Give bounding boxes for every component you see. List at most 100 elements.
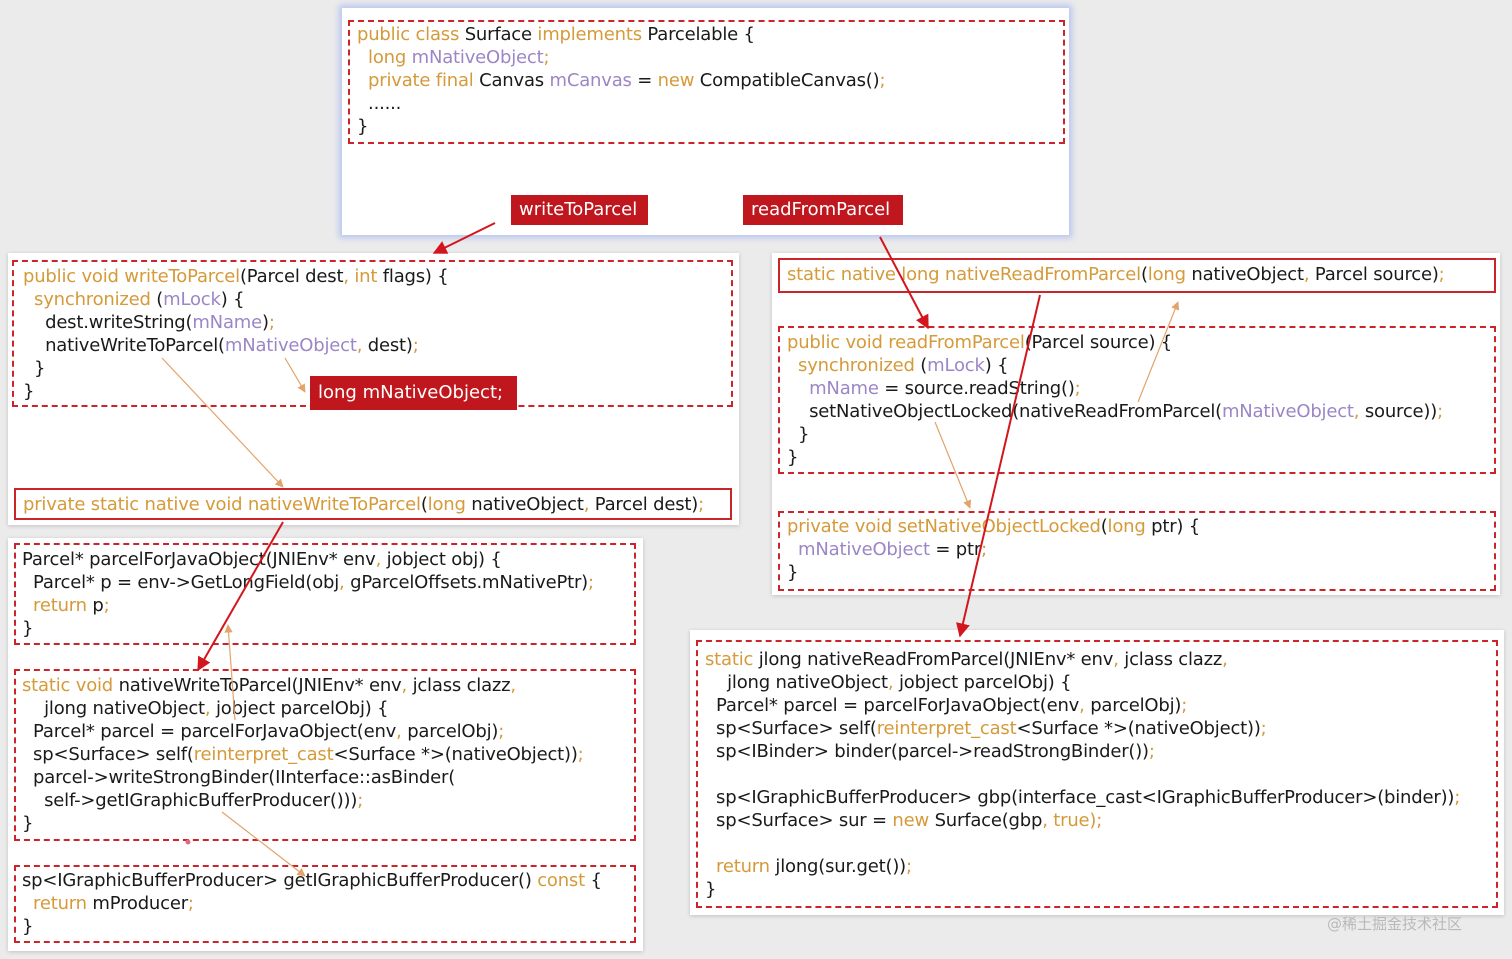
code-token: reinterpret_cast — [193, 744, 334, 765]
code-token: ; — [1454, 787, 1461, 808]
code-token: implements — [537, 24, 648, 45]
code-token: ; — [357, 790, 364, 811]
code-token: ; — [543, 47, 550, 68]
code-token: writeToParcel — [124, 266, 240, 287]
code-token: public class — [357, 24, 465, 45]
code-token: , — [583, 494, 595, 515]
code-token: , — [339, 572, 351, 593]
code-token: jlong(sur.get()) — [775, 856, 906, 877]
code-line: public class Surface implements Parcelab… — [357, 24, 755, 45]
code-token: jclass clazz — [412, 675, 511, 696]
code-line: self->getIGraphicBufferProducer())); — [22, 790, 363, 811]
code-line: Parcel* parcel = parcelForJavaObject(env… — [705, 695, 1187, 716]
code-token: ; — [103, 595, 110, 616]
write-to-parcel-tag: writeToParcel — [511, 195, 648, 225]
code-token: } — [22, 916, 34, 937]
code-line: return mProducer; — [22, 893, 194, 914]
code-token: ) { — [220, 289, 245, 310]
code-token: (Parcel source) { — [1024, 332, 1173, 353]
code-token: synchronized — [798, 355, 921, 376]
code-token: } — [787, 562, 799, 583]
code-token: jobject obj) { — [386, 549, 502, 570]
code-token: } — [357, 116, 369, 137]
code-token: private final — [368, 70, 480, 91]
code-token: gParcelOffsets.mNativePtr) — [350, 572, 588, 593]
code-line: static jlong nativeReadFromParcel(JNIEnv… — [705, 649, 1228, 670]
code-line: public void readFromParcel(Parcel source… — [787, 332, 1172, 353]
code-token: ; — [698, 494, 704, 515]
code-token: ; — [1096, 810, 1103, 831]
code-token: ; — [1181, 695, 1188, 716]
code-token: mProducer — [92, 893, 188, 914]
code-token: , — [510, 675, 516, 696]
code-token: , — [375, 549, 387, 570]
code-token: sp<IGraphicBufferProducer> gbp(interface… — [705, 787, 1455, 808]
native-write-impl-code: static void nativeWriteToParcel(JNIEnv* … — [22, 674, 584, 835]
code-token: sp<Surface> self( — [705, 718, 877, 739]
code-token: jlong nativeObject — [705, 672, 888, 693]
code-token: static void — [22, 675, 119, 696]
code-token: ; — [1438, 264, 1445, 285]
code-line: } — [22, 618, 33, 639]
code-token: dest.writeString( — [23, 312, 193, 333]
code-token: ; — [412, 335, 419, 356]
code-token: private static native void — [23, 494, 248, 515]
code-token: const — [537, 870, 591, 891]
code-token: sp<IGraphicBufferProducer> getIGraphicBu… — [22, 870, 538, 891]
code-token: nativeWriteToParcel(JNIEnv* env — [118, 675, 402, 696]
code-token: ; — [879, 70, 886, 91]
code-token: Parcel dest) — [594, 494, 699, 515]
code-line: nativeWriteToParcel(mNativeObject, dest)… — [23, 335, 419, 356]
code-line: private static native void nativeWriteTo… — [23, 494, 704, 515]
code-token: nativeObject — [1191, 264, 1304, 285]
code-token: jlong nativeReadFromParcel(JNIEnv* env — [758, 649, 1114, 670]
native-read-impl-code: static jlong nativeReadFromParcel(JNIEnv… — [705, 648, 1460, 901]
code-token: <Surface *>(nativeObject)) — [333, 744, 578, 765]
code-token: ; — [187, 893, 194, 914]
code-token: reinterpret_cast — [876, 718, 1017, 739]
code-token: static — [705, 649, 759, 670]
code-token: mLock — [163, 289, 221, 310]
code-token: mNativeObject — [411, 47, 544, 68]
code-token: ) { — [984, 355, 1009, 376]
code-token: mNativeObject — [224, 335, 357, 356]
code-token: nativeWriteToParcel( — [23, 335, 225, 356]
code-token: private void — [787, 516, 898, 537]
code-line: sp<IBinder> binder(parcel->readStrongBin… — [705, 741, 1155, 762]
code-token: setNativeObjectLocked — [897, 516, 1101, 537]
code-token: return — [716, 856, 776, 877]
code-token: ...... — [357, 93, 402, 114]
code-token: , true) — [1042, 810, 1097, 831]
code-line: Parcel* parcelForJavaObject(JNIEnv* env,… — [22, 549, 502, 570]
code-token: } — [787, 424, 810, 445]
surface-class-code: public class Surface implements Parcelab… — [357, 23, 886, 138]
code-line: static native long nativeReadFromParcel(… — [787, 264, 1445, 285]
code-token: long — [368, 47, 412, 68]
code-token: ) — [261, 312, 269, 333]
code-token: { — [590, 870, 602, 891]
code-token: jobject parcelObj) { — [215, 698, 389, 719]
code-token: synchronized — [34, 289, 157, 310]
code-line: public void writeToParcel(Parcel dest, i… — [23, 266, 449, 287]
code-line: dest.writeString(mName); — [23, 312, 275, 333]
code-token: , int — [343, 266, 383, 287]
code-line: return p; — [22, 595, 110, 616]
code-line: setNativeObjectLocked(nativeReadFromParc… — [787, 401, 1443, 422]
code-line: synchronized (mLock) { — [23, 289, 244, 310]
code-token: <Surface *>(nativeObject)) — [1016, 718, 1261, 739]
code-line: } — [22, 813, 33, 834]
code-line: Parcel* parcel = parcelForJavaObject(env… — [22, 721, 504, 742]
code-token: } — [22, 813, 34, 834]
code-token: mName — [192, 312, 262, 333]
code-line: sp<Surface> self(reinterpret_cast<Surfac… — [22, 744, 584, 765]
native-read-decl-code: static native long nativeReadFromParcel(… — [787, 263, 1445, 286]
code-token: , — [1113, 649, 1125, 670]
code-token: mCanvas — [549, 70, 638, 91]
code-line: static void nativeWriteToParcel(JNIEnv* … — [22, 675, 516, 696]
code-token: } — [705, 879, 717, 900]
code-token: (Parcel dest — [239, 266, 344, 287]
code-line: } — [787, 562, 798, 583]
